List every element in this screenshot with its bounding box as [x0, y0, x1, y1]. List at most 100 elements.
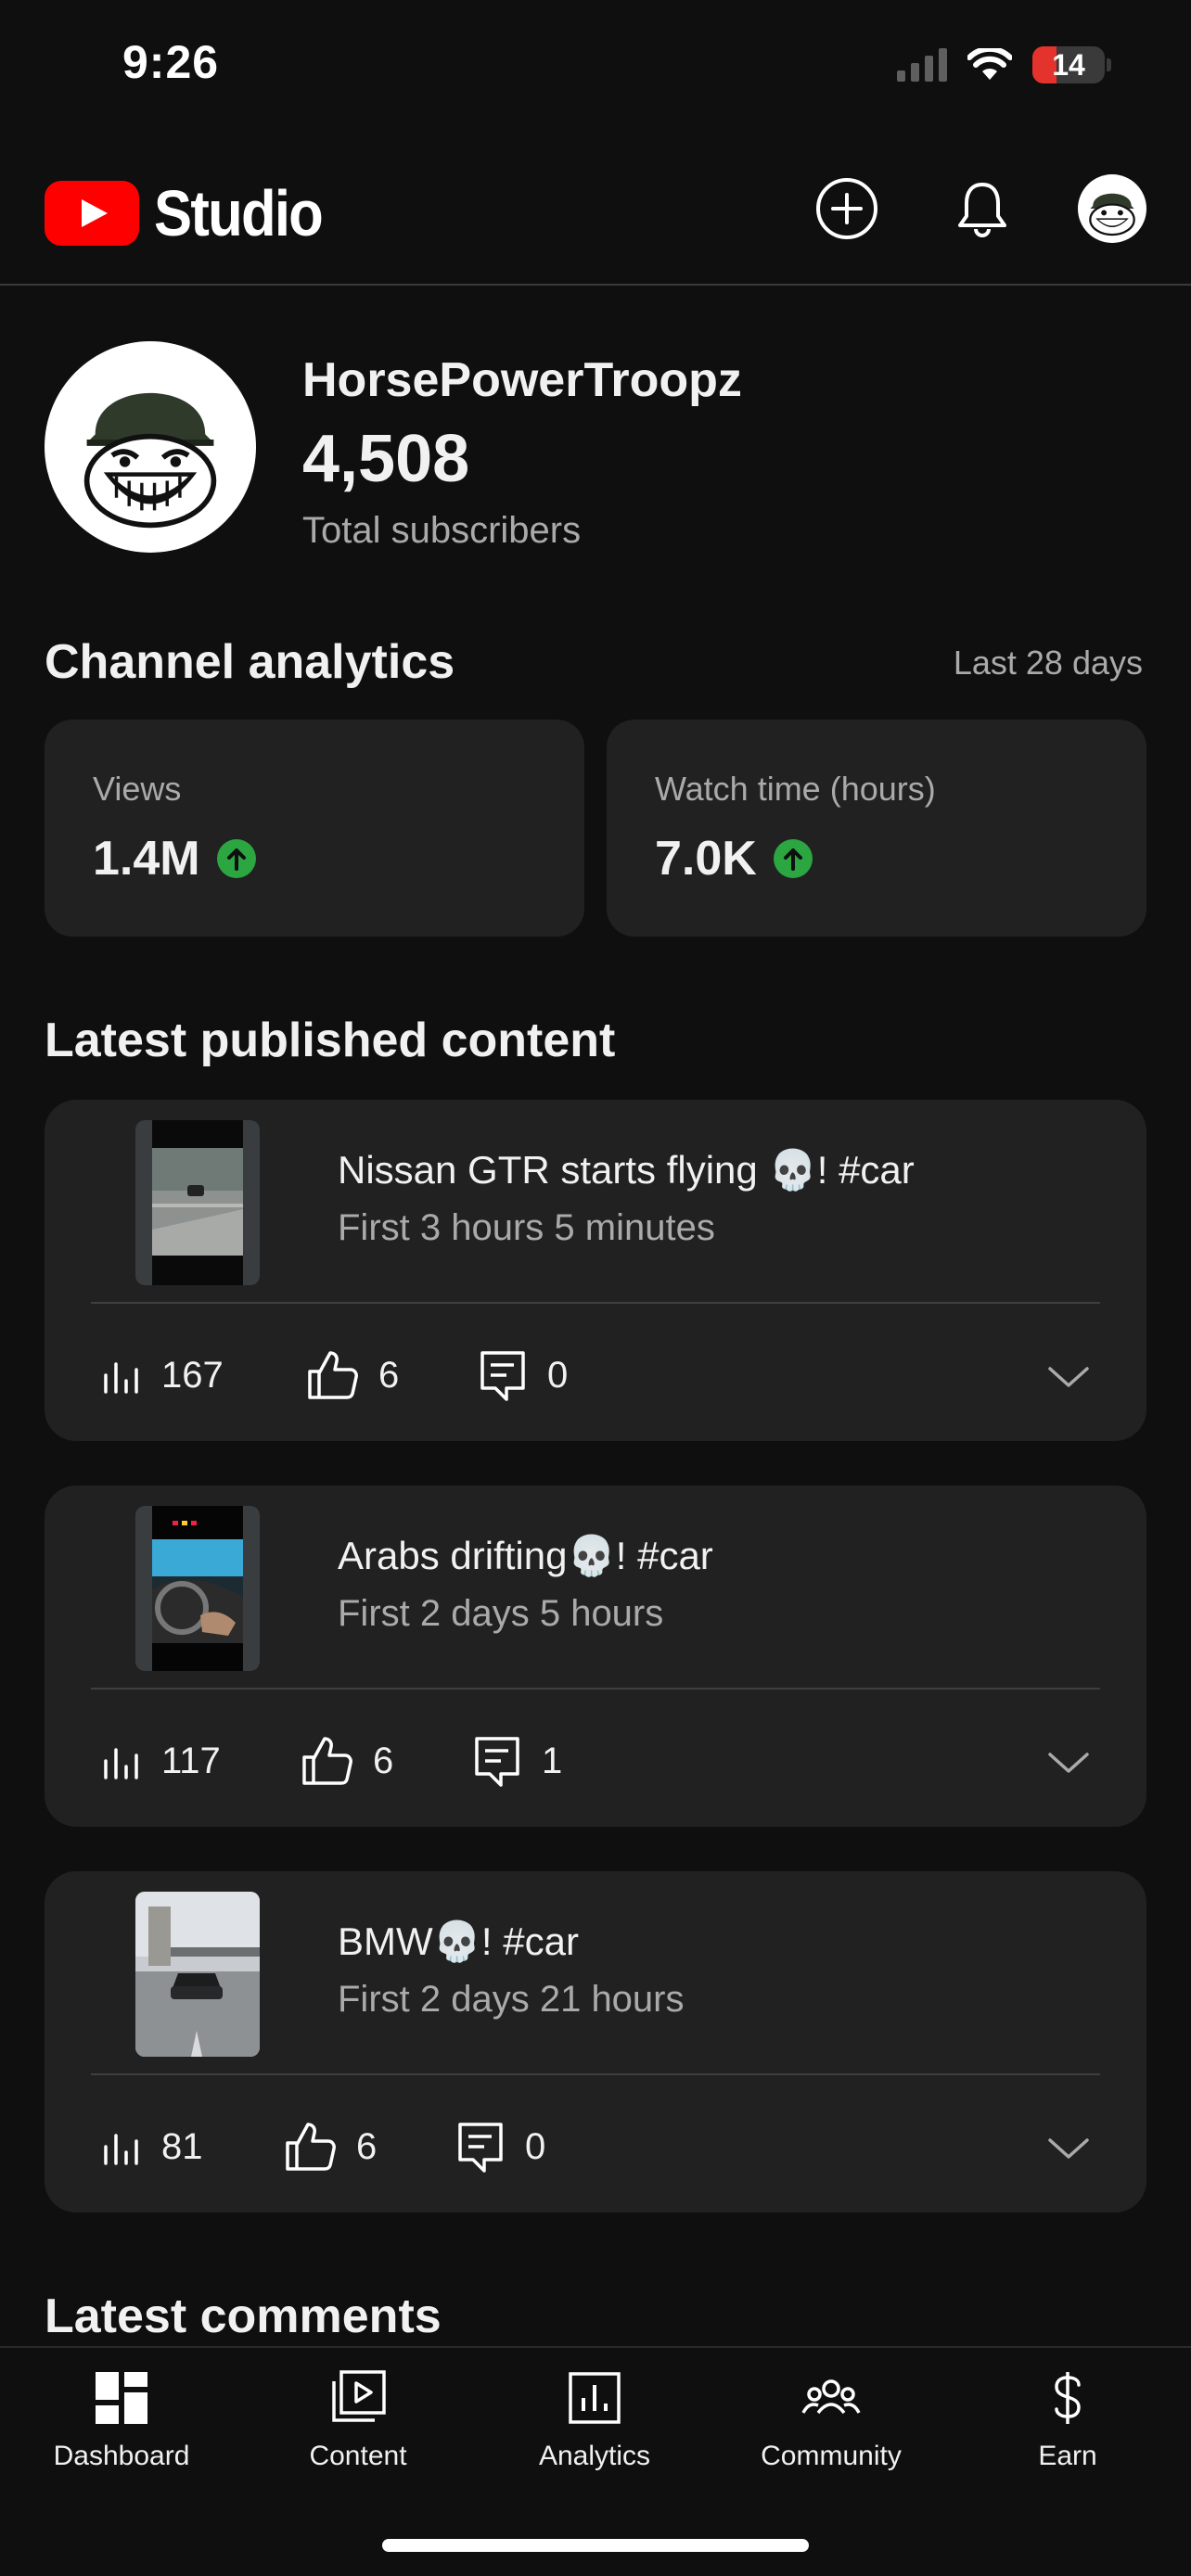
- views-metric: 167: [100, 1355, 306, 1396]
- nav-community[interactable]: Community: [720, 2368, 942, 2472]
- video-metrics: 167 6 0: [100, 1343, 568, 1408]
- likes-metric: 6: [284, 2121, 456, 2173]
- likes-metric: 6: [301, 1735, 473, 1787]
- video-meta: First 2 days 5 hours: [338, 1593, 664, 1634]
- home-indicator[interactable]: [382, 2539, 809, 2552]
- views-count: 167: [161, 1354, 224, 1396]
- nav-label: Analytics: [538, 2441, 651, 2471]
- nav-dashboard[interactable]: Dashboard: [10, 2368, 233, 2472]
- bar-chart-icon: [104, 1748, 138, 1779]
- thumbs-up-icon: [308, 1351, 358, 1399]
- comments-count: 1: [542, 1740, 563, 1781]
- trend-up-icon: [216, 839, 256, 878]
- card-divider: [91, 1688, 1100, 1690]
- chevron-down-icon[interactable]: [1046, 2131, 1091, 2168]
- watch-time-value: 7.0K: [655, 832, 757, 886]
- analytics-period: Last 28 days: [953, 644, 1143, 682]
- views-label: Views: [93, 770, 182, 808]
- likes-count: 6: [373, 1740, 394, 1781]
- bar-chart-icon: [104, 1362, 138, 1394]
- battery-icon: 14: [1032, 46, 1105, 83]
- nav-content[interactable]: Content: [247, 2368, 469, 2472]
- video-title: Nissan GTR starts flying 💀! #car: [338, 1148, 915, 1192]
- likes-metric: 6: [306, 1349, 479, 1401]
- thumbs-up-icon: [302, 1737, 352, 1785]
- notifications-button[interactable]: [946, 172, 1018, 245]
- video-thumbnail[interactable]: [135, 1506, 260, 1671]
- video-metrics: 117 6 1: [100, 1728, 562, 1793]
- views-count: 117: [161, 1740, 221, 1781]
- analytics-icon: [569, 2372, 621, 2424]
- thumbnail-image: [135, 1892, 260, 2057]
- nav-analytics[interactable]: Analytics: [483, 2368, 706, 2472]
- comments-count: 0: [525, 2125, 546, 2167]
- status-time: 9:26: [122, 36, 220, 88]
- video-card[interactable]: Arabs drifting💀! #car First 2 days 5 hou…: [45, 1486, 1146, 1827]
- comment-icon: [458, 2123, 503, 2173]
- community-icon: [801, 2379, 861, 2415]
- thumbnail-image: [135, 1506, 260, 1671]
- comments-metric: 0: [479, 1349, 568, 1401]
- card-divider: [91, 2073, 1100, 2075]
- app-header: Studio: [0, 139, 1191, 286]
- video-card[interactable]: BMW💀! #car First 2 days 21 hours 81 6 0: [45, 1871, 1146, 2213]
- comments-metric: 1: [473, 1735, 562, 1787]
- channel-avatar[interactable]: [45, 341, 256, 553]
- thumbnail-image: [135, 1120, 260, 1285]
- video-title: BMW💀! #car: [338, 1919, 579, 1963]
- watch-time-card[interactable]: Watch time (hours) 7.0K: [607, 720, 1146, 937]
- views-count: 81: [161, 2125, 203, 2167]
- card-divider: [91, 1302, 1100, 1304]
- nav-earn[interactable]: Earn: [956, 2368, 1179, 2472]
- create-button[interactable]: [811, 172, 883, 245]
- chevron-down-icon[interactable]: [1046, 1745, 1091, 1782]
- channel-summary: HorsePowerTroopz 4,508 Total subscribers: [45, 341, 1146, 556]
- watch-time-value-row: 7.0K: [655, 831, 813, 886]
- account-avatar[interactable]: [1078, 174, 1146, 243]
- nav-label: Community: [761, 2441, 902, 2471]
- app-name: Studio: [154, 177, 324, 249]
- thumbs-up-icon: [286, 2123, 336, 2171]
- status-indicators: 14: [897, 46, 1111, 83]
- video-card[interactable]: Nissan GTR starts flying 💀! #car First 3…: [45, 1100, 1146, 1441]
- battery-level: 14: [1052, 47, 1085, 82]
- subscriber-label: Total subscribers: [302, 510, 582, 551]
- views-card[interactable]: Views 1.4M: [45, 720, 584, 937]
- trend-up-icon: [773, 839, 813, 878]
- video-meta: First 3 hours 5 minutes: [338, 1207, 715, 1248]
- wifi-icon: [967, 48, 1012, 80]
- dollar-icon: [1055, 2372, 1081, 2424]
- troll-face-icon: [83, 392, 217, 529]
- chevron-down-icon[interactable]: [1046, 1359, 1091, 1396]
- views-value: 1.4M: [93, 832, 200, 886]
- content-icon: [332, 2370, 386, 2422]
- youtube-play-icon: [45, 181, 139, 246]
- status-bar: 9:26 14: [0, 0, 1191, 139]
- add-circle-icon: [816, 178, 877, 239]
- bell-icon: [958, 183, 1006, 237]
- views-value-row: 1.4M: [93, 831, 256, 886]
- comments-count: 0: [547, 1354, 569, 1396]
- channel-name: HorsePowerTroopz: [302, 353, 742, 407]
- battery-nub: [1107, 58, 1111, 71]
- video-thumbnail[interactable]: [135, 1892, 260, 2057]
- latest-content-title: Latest published content: [45, 1014, 616, 1067]
- youtube-studio-logo[interactable]: Studio: [45, 176, 345, 250]
- nav-label: Content: [309, 2441, 407, 2471]
- dashboard-icon: [96, 2372, 147, 2424]
- likes-count: 6: [356, 2125, 378, 2167]
- watch-time-label: Watch time (hours): [655, 770, 936, 808]
- video-thumbnail[interactable]: [135, 1120, 260, 1285]
- nav-label: Earn: [1038, 2441, 1097, 2471]
- channel-analytics-title: Channel analytics: [45, 635, 455, 689]
- troll-face-icon: [1089, 193, 1135, 236]
- comment-icon: [475, 1737, 519, 1787]
- likes-count: 6: [378, 1354, 400, 1396]
- subscriber-count: 4,508: [302, 422, 470, 496]
- latest-comments-title: Latest comments: [45, 2289, 442, 2343]
- bar-chart-icon: [104, 2134, 138, 2165]
- cellular-signal-icon: [897, 48, 947, 82]
- video-metrics: 81 6 0: [100, 2114, 545, 2179]
- views-metric: 117: [100, 1741, 301, 1782]
- video-meta: First 2 days 21 hours: [338, 1979, 685, 2020]
